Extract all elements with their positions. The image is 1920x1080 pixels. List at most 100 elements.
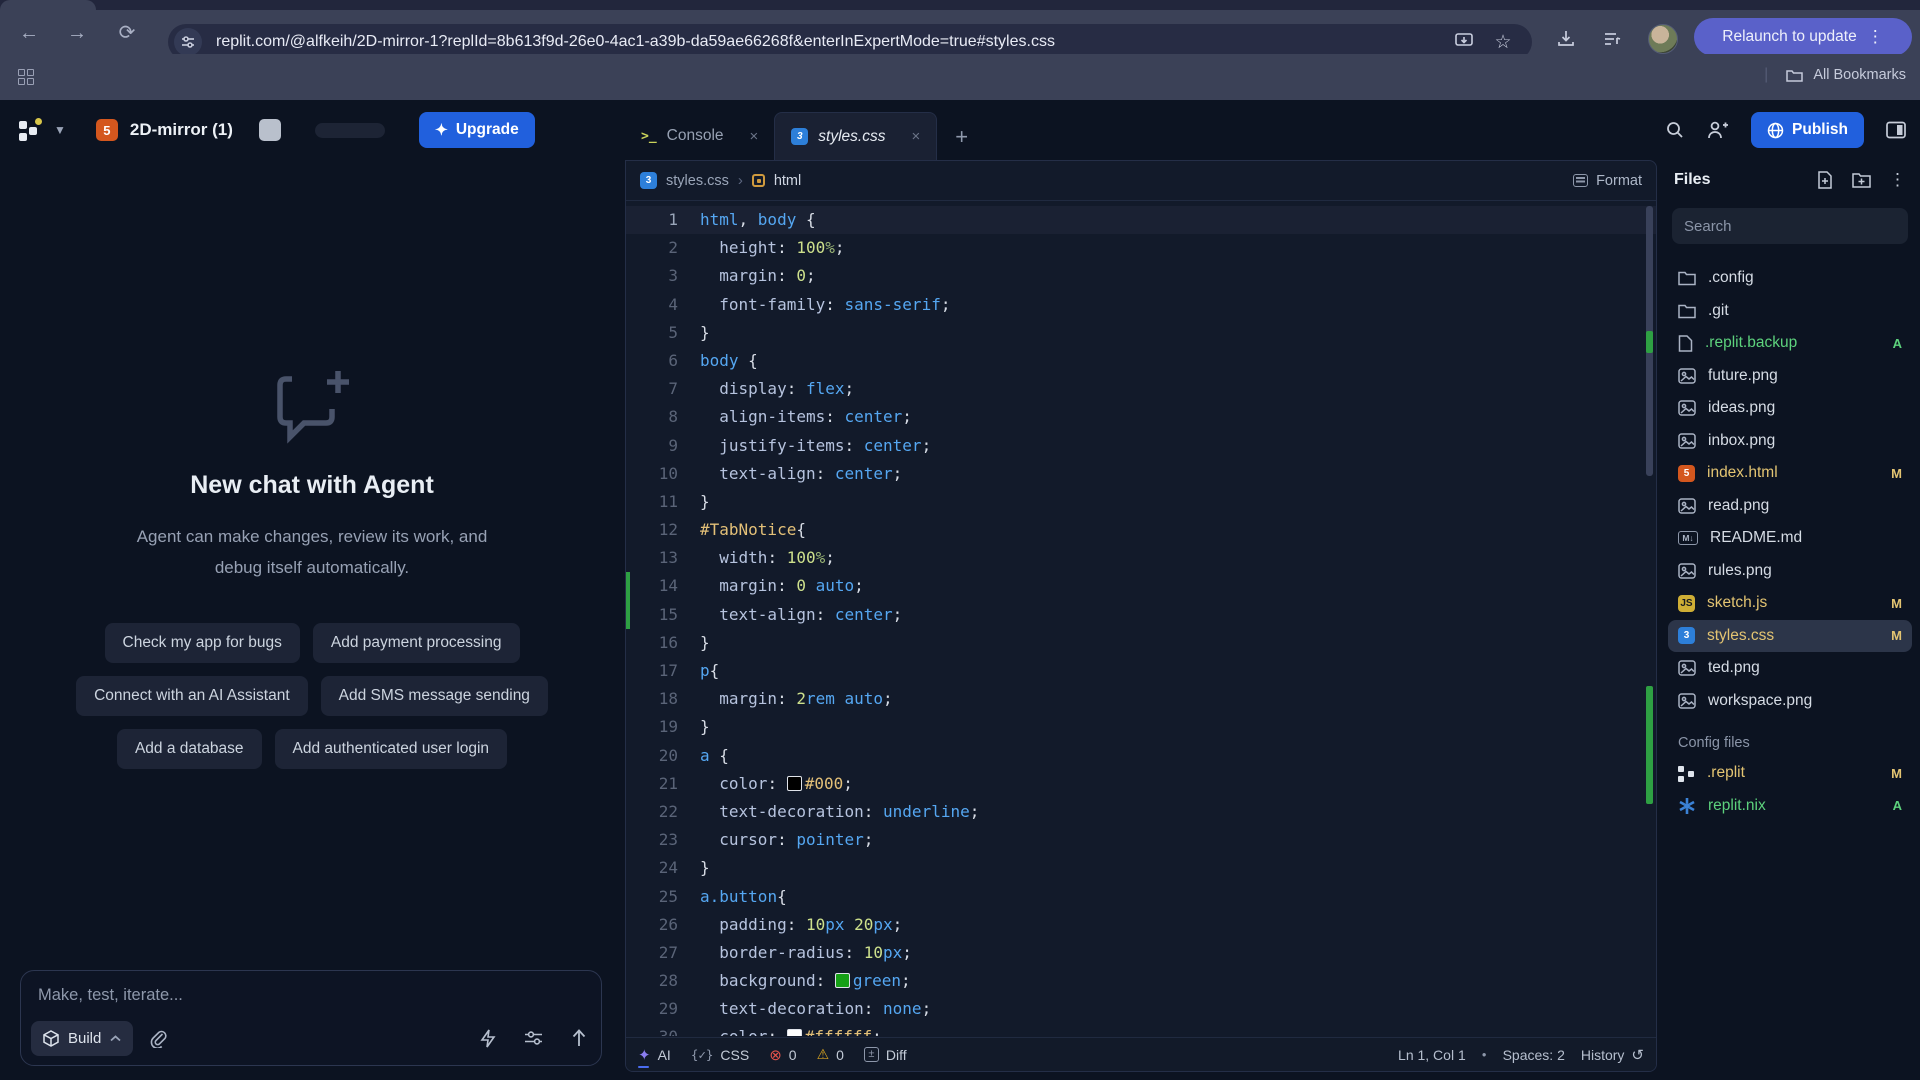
new-folder-icon[interactable] — [1852, 172, 1871, 188]
file-row[interactable]: replit.nixA — [1668, 790, 1912, 823]
code-line[interactable]: 3 margin: 0; — [626, 262, 1656, 290]
code-line[interactable]: 20a { — [626, 742, 1656, 770]
agent-chip[interactable]: Add authenticated user login — [275, 729, 507, 769]
code-line[interactable]: 10 text-align: center; — [626, 460, 1656, 488]
code-line[interactable]: 18 margin: 2rem auto; — [626, 685, 1656, 713]
file-row[interactable]: .config — [1668, 262, 1912, 295]
reload-button[interactable]: ⟳ — [116, 22, 138, 44]
site-settings-icon[interactable] — [174, 28, 202, 56]
browser-active-tab-edge[interactable] — [0, 0, 96, 10]
code-line[interactable]: 15 text-align: center; — [626, 601, 1656, 629]
code-line[interactable]: 8 align-items: center; — [626, 403, 1656, 431]
quick-actions-icon[interactable] — [480, 1029, 496, 1048]
file-row[interactable]: inbox.png — [1668, 425, 1912, 458]
code-line[interactable]: 17p{ — [626, 657, 1656, 685]
new-file-icon[interactable] — [1817, 171, 1834, 189]
code-line[interactable]: 6body { — [626, 347, 1656, 375]
file-row[interactable]: M↓README.md — [1668, 522, 1912, 555]
code-line[interactable]: 4 font-family: sans-serif; — [626, 291, 1656, 319]
search-icon[interactable] — [1665, 120, 1685, 140]
code-line[interactable]: 1html, body { — [626, 206, 1656, 234]
language-indicator[interactable]: {✓} CSS — [691, 1047, 749, 1063]
cursor-position[interactable]: Ln 1, Col 1 — [1398, 1047, 1466, 1063]
code-line[interactable]: 25a.button{ — [626, 883, 1656, 911]
code-line[interactable]: 23 cursor: pointer; — [626, 826, 1656, 854]
tab-console[interactable]: >_ Console × — [625, 112, 774, 160]
editor-scrollbar[interactable] — [1646, 206, 1653, 1031]
code-line[interactable]: 12#TabNotice{ — [626, 516, 1656, 544]
invite-user-icon[interactable] — [1707, 120, 1729, 140]
file-row[interactable]: 5index.htmlM — [1668, 457, 1912, 490]
file-row[interactable]: .git — [1668, 295, 1912, 328]
all-bookmarks-button[interactable]: All Bookmarks — [1813, 67, 1906, 83]
files-search-input[interactable]: Search — [1672, 208, 1908, 244]
code-line[interactable]: 5} — [626, 319, 1656, 347]
file-row[interactable]: future.png — [1668, 360, 1912, 393]
agent-chip[interactable]: Add SMS message sending — [321, 676, 548, 716]
agent-chip[interactable]: Check my app for bugs — [105, 623, 300, 663]
color-swatch[interactable] — [835, 973, 850, 988]
close-icon[interactable]: × — [911, 128, 920, 145]
breadcrumb-node[interactable]: html — [774, 173, 801, 189]
tab-styles-css[interactable]: 3 styles.css × — [774, 112, 937, 160]
layout-toggle-icon[interactable] — [1886, 121, 1906, 139]
file-row[interactable]: ted.png — [1668, 652, 1912, 685]
replit-logo-icon[interactable] — [18, 118, 42, 142]
files-menu-icon[interactable]: ⋮ — [1889, 170, 1906, 190]
profile-avatar[interactable] — [1648, 24, 1678, 54]
code-line[interactable]: 22 text-decoration: underline; — [626, 798, 1656, 826]
relaunch-to-update-button[interactable]: Relaunch to update ⋮ — [1694, 18, 1912, 56]
forward-button[interactable]: → — [66, 22, 88, 44]
code-line[interactable]: 28 background: green; — [626, 967, 1656, 995]
indentation-setting[interactable]: Spaces: 2 — [1503, 1047, 1565, 1063]
errors-indicator[interactable]: ⊗ 0 — [769, 1046, 796, 1064]
format-button[interactable]: Format — [1573, 173, 1642, 189]
code-line[interactable]: 27 border-radius: 10px; — [626, 939, 1656, 967]
code-lines[interactable]: 1html, body {2 height: 100%;3 margin: 0;… — [626, 202, 1656, 1036]
code-line[interactable]: 7 display: flex; — [626, 375, 1656, 403]
breadcrumb-file[interactable]: styles.css — [666, 173, 729, 189]
code-line[interactable]: 24} — [626, 854, 1656, 882]
color-swatch[interactable] — [787, 1029, 802, 1036]
file-row[interactable]: 3styles.cssM — [1668, 620, 1912, 653]
code-line[interactable]: 11} — [626, 488, 1656, 516]
upgrade-button[interactable]: ✦ Upgrade — [419, 112, 535, 148]
stop-button[interactable] — [259, 119, 281, 141]
bookmark-star-icon[interactable]: ☆ — [1492, 31, 1514, 53]
agent-prompt-placeholder[interactable]: Make, test, iterate... — [38, 986, 183, 1005]
code-line[interactable]: 9 justify-items: center; — [626, 432, 1656, 460]
close-icon[interactable]: × — [750, 128, 759, 145]
code-line[interactable]: 30 color: #ffffff; — [626, 1023, 1656, 1036]
file-row[interactable]: JSsketch.jsM — [1668, 587, 1912, 620]
attach-file-icon[interactable] — [149, 1029, 167, 1048]
install-app-icon[interactable] — [1454, 31, 1476, 53]
project-title[interactable]: 2D-mirror (1) — [130, 120, 233, 140]
color-swatch[interactable] — [787, 776, 802, 791]
file-row[interactable]: workspace.png — [1668, 685, 1912, 718]
new-tab-button[interactable]: + — [955, 124, 968, 150]
code-line[interactable]: 29 text-decoration: none; — [626, 995, 1656, 1023]
file-row[interactable]: rules.png — [1668, 555, 1912, 588]
build-mode-button[interactable]: Build — [31, 1021, 133, 1056]
agent-chip[interactable]: Add a database — [117, 729, 262, 769]
code-line[interactable]: 26 padding: 10px 20px; — [626, 911, 1656, 939]
send-icon[interactable] — [571, 1029, 587, 1047]
workspace-menu-chevron-icon[interactable]: ▼ — [54, 123, 66, 137]
history-button[interactable]: History ↺ — [1581, 1046, 1644, 1064]
code-line[interactable]: 13 width: 100%; — [626, 544, 1656, 572]
code-line[interactable]: 16} — [626, 629, 1656, 657]
warnings-indicator[interactable]: ⚠ 0 — [817, 1046, 844, 1063]
downloads-icon[interactable] — [1556, 29, 1576, 49]
reading-list-icon[interactable] — [1602, 29, 1622, 49]
file-row[interactable]: ideas.png — [1668, 392, 1912, 425]
diff-button[interactable]: ± Diff — [864, 1047, 907, 1063]
agent-prompt-box[interactable]: Make, test, iterate... Build — [20, 970, 602, 1066]
code-line[interactable]: 14 margin: 0 auto; — [626, 572, 1656, 600]
file-row[interactable]: .replitM — [1668, 757, 1912, 790]
code-line[interactable]: 19} — [626, 713, 1656, 741]
apps-grid-icon[interactable] — [18, 69, 34, 85]
ai-toggle[interactable]: ✦ AI — [638, 1046, 671, 1064]
file-row[interactable]: read.png — [1668, 490, 1912, 523]
publish-button[interactable]: Publish — [1751, 112, 1864, 148]
file-row[interactable]: .replit.backupA — [1668, 327, 1912, 360]
